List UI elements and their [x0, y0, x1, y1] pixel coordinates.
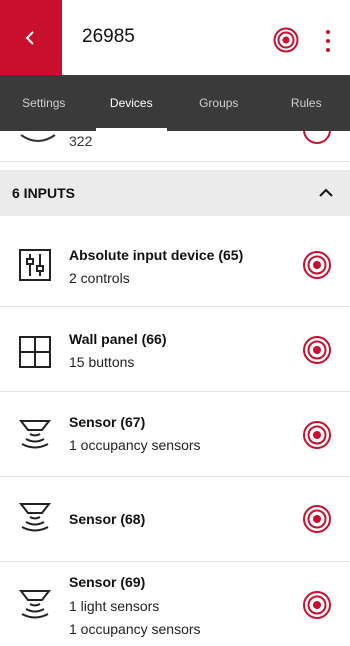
target-icon[interactable]	[302, 504, 332, 534]
device-row[interactable]: Absolute input device (65) 2 controls	[0, 222, 350, 307]
wall-panel-icon	[19, 336, 51, 368]
device-detail: 1 occupancy sensors	[69, 437, 201, 453]
tab-devices[interactable]: Devices	[88, 75, 176, 131]
tab-bar: Settings Devices Groups Rules	[0, 75, 350, 131]
tab-settings[interactable]: Settings	[0, 75, 88, 131]
partial-device-row[interactable]: 322	[0, 131, 350, 162]
page-title: 26985	[82, 26, 135, 47]
section-title: 6 INPUTS	[12, 185, 76, 201]
device-name: Sensor (67)	[69, 414, 146, 430]
target-icon[interactable]	[302, 335, 332, 365]
ceiling-sensor-icon	[18, 590, 52, 619]
target-icon[interactable]	[273, 27, 299, 53]
device-detail: 1 occupancy sensors	[69, 621, 201, 637]
device-row[interactable]: Sensor (67) 1 occupancy sensors	[0, 392, 350, 477]
inputs-section-header[interactable]: 6 INPUTS	[0, 170, 350, 216]
target-icon[interactable]	[302, 250, 332, 280]
target-icon[interactable]	[302, 420, 332, 450]
device-name: Wall panel (66)	[69, 331, 167, 347]
device-name: Sensor (69)	[69, 574, 146, 590]
target-icon[interactable]	[302, 131, 332, 145]
dot	[326, 30, 330, 34]
dot	[326, 39, 330, 43]
chevron-left-icon	[25, 30, 34, 45]
ceiling-sensor-icon	[18, 503, 52, 532]
tab-groups[interactable]: Groups	[175, 75, 263, 131]
ceiling-sensor-icon	[20, 134, 56, 142]
more-options-button[interactable]	[320, 30, 336, 52]
device-subtitle: 322	[69, 133, 93, 149]
chevron-up-icon[interactable]	[318, 185, 334, 201]
target-icon[interactable]	[302, 590, 332, 620]
device-name: Sensor (68)	[69, 511, 146, 527]
slider-control-icon	[19, 249, 51, 281]
device-name: Absolute input device (65)	[69, 247, 244, 263]
device-detail: 2 controls	[69, 270, 130, 286]
device-row[interactable]: Wall panel (66) 15 buttons	[0, 307, 350, 392]
device-row[interactable]: Sensor (68)	[0, 477, 350, 562]
device-detail: 1 light sensors	[69, 598, 160, 614]
device-row[interactable]: Sensor (69) 1 light sensors 1 occupancy …	[0, 562, 350, 646]
app-header: 26985	[0, 0, 350, 75]
tab-rules[interactable]: Rules	[263, 75, 350, 131]
dot	[326, 48, 330, 52]
ceiling-sensor-icon	[18, 420, 52, 449]
device-detail: 15 buttons	[69, 354, 135, 370]
back-button[interactable]	[0, 0, 62, 75]
